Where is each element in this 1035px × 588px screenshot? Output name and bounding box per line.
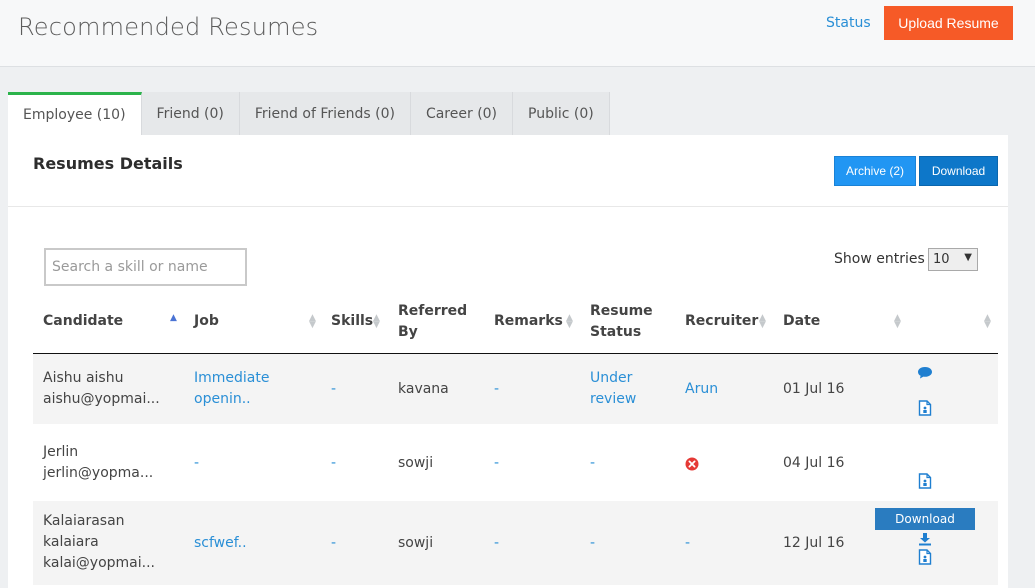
- column-header-resume-status[interactable]: Resume Status: [590, 301, 653, 343]
- recruiter-link[interactable]: -: [685, 533, 690, 554]
- download-icon[interactable]: [918, 532, 932, 546]
- resume-status-link[interactable]: -: [590, 533, 595, 554]
- column-label: Skills: [331, 313, 374, 329]
- comment-icon[interactable]: [917, 366, 933, 380]
- candidate-cell: Aishu aishu aishu@yopmai...: [43, 368, 160, 410]
- tab-friend[interactable]: Friend (0): [141, 92, 240, 135]
- referred-by-cell: kavana: [398, 381, 449, 397]
- column-label: Recruiter: [685, 313, 759, 329]
- status-link[interactable]: Status: [826, 15, 871, 31]
- candidate-cell: Jerlin jerlin@yopma...: [43, 442, 153, 484]
- tab-career[interactable]: Career (0): [410, 92, 514, 135]
- resume-file-icon[interactable]: [918, 400, 932, 416]
- candidate-name: Aishu aishu: [43, 370, 124, 386]
- caret-down-icon: ▼: [964, 252, 972, 263]
- sort-both-icon: ▲ ▼: [373, 313, 380, 330]
- job-line: openin..: [194, 391, 251, 407]
- divider: [8, 206, 1008, 207]
- upload-resume-button[interactable]: Upload Resume: [884, 6, 1013, 40]
- show-entries-label: Show entries: [834, 251, 925, 267]
- download-button[interactable]: Download: [919, 156, 998, 186]
- column-label: Resume: [590, 303, 653, 319]
- job-link[interactable]: scfwef..: [194, 533, 247, 554]
- tab-bar: Employee (10) Friend (0) Friend of Frien…: [8, 92, 610, 135]
- column-header-skills[interactable]: Skills: [331, 311, 373, 332]
- tab-public[interactable]: Public (0): [513, 92, 610, 135]
- entries-select-value: 10: [933, 252, 950, 267]
- column-header-date[interactable]: Date: [783, 311, 820, 332]
- resume-file-icon[interactable]: [918, 549, 932, 565]
- sort-both-icon: ▲ ▼: [309, 313, 316, 330]
- remarks-cell[interactable]: -: [494, 453, 499, 474]
- panel-title: Resumes Details: [33, 154, 183, 173]
- resumes-panel: Resumes Details Archive (2) Download Sho…: [8, 135, 1008, 588]
- sort-both-icon[interactable]: ▲ ▼: [984, 314, 992, 330]
- column-header-recruiter[interactable]: Recruiter: [685, 311, 758, 332]
- candidate-email: aishu@yopmai...: [43, 391, 160, 407]
- referred-by-cell: sowji: [398, 455, 434, 471]
- job-link[interactable]: Immediate openin..: [194, 368, 269, 410]
- column-label: Candidate: [43, 313, 124, 329]
- date-cell: 04 Jul 16: [783, 455, 845, 471]
- date-cell: 12 Jul 16: [783, 535, 845, 551]
- search-input[interactable]: [44, 248, 247, 286]
- sort-both-icon: ▲ ▼: [759, 313, 766, 330]
- skills-cell[interactable]: -: [331, 453, 336, 474]
- candidate-cell: Kalaiarasan kalaiara kalai@yopmai...: [43, 511, 155, 574]
- resume-status-link[interactable]: -: [590, 453, 595, 474]
- page-header: Recommended Resumes Status Upload Resume: [0, 0, 1035, 67]
- candidate-name: Jerlin: [43, 444, 79, 460]
- sort-both-icon: ▲ ▼: [566, 313, 573, 330]
- remarks-cell[interactable]: -: [494, 533, 499, 554]
- skills-cell[interactable]: -: [331, 533, 336, 554]
- column-label: By: [398, 324, 418, 340]
- table-row: Jerlin jerlin@yopma... - - sowji - - 04 …: [33, 424, 998, 501]
- column-header-referred-by[interactable]: Referred By: [398, 301, 467, 343]
- entries-select[interactable]: 10 ▼: [928, 248, 978, 271]
- archive-button[interactable]: Archive (2): [834, 156, 916, 186]
- column-label: Referred: [398, 303, 468, 319]
- table-row: Aishu aishu aishu@yopmai... Immediate op…: [33, 354, 998, 424]
- sort-ascending-icon: ▲: [170, 313, 177, 323]
- candidate-email: kalai@yopmai...: [43, 555, 155, 571]
- date-cell: 01 Jul 16: [783, 381, 845, 397]
- candidate-name: Kalaiarasan: [43, 513, 125, 529]
- sort-both-icon: ▲ ▼: [894, 313, 901, 330]
- download-tooltip: Download: [875, 508, 975, 530]
- column-header-remarks[interactable]: Remarks: [494, 311, 563, 332]
- column-label: Remarks: [494, 313, 563, 329]
- referred-by-cell: sowji: [398, 535, 434, 551]
- candidate-email: jerlin@yopma...: [43, 465, 154, 481]
- resume-status-link[interactable]: Under review: [590, 368, 636, 410]
- column-label: Date: [783, 313, 821, 329]
- job-line: Immediate: [194, 370, 270, 386]
- column-label: Job: [194, 313, 219, 329]
- status-line: review: [590, 391, 637, 407]
- job-link[interactable]: -: [194, 453, 199, 474]
- status-line: Under: [590, 370, 633, 386]
- column-header-candidate[interactable]: Candidate: [43, 311, 123, 332]
- column-label: Status: [590, 324, 642, 340]
- remarks-cell[interactable]: -: [494, 379, 499, 400]
- tab-friend-of-friends[interactable]: Friend of Friends (0): [239, 92, 411, 135]
- page-title: Recommended Resumes: [18, 13, 319, 41]
- table-row: Kalaiarasan kalaiara kalai@yopmai... scf…: [33, 501, 998, 585]
- skills-cell[interactable]: -: [331, 379, 336, 400]
- tab-employee[interactable]: Employee (10): [8, 92, 142, 135]
- candidate-name: kalaiara: [43, 534, 99, 550]
- red-cross-icon: [685, 457, 699, 471]
- column-header-job[interactable]: Job: [194, 311, 219, 332]
- resume-file-icon[interactable]: [918, 473, 932, 489]
- recruiter-link[interactable]: Arun: [685, 379, 718, 400]
